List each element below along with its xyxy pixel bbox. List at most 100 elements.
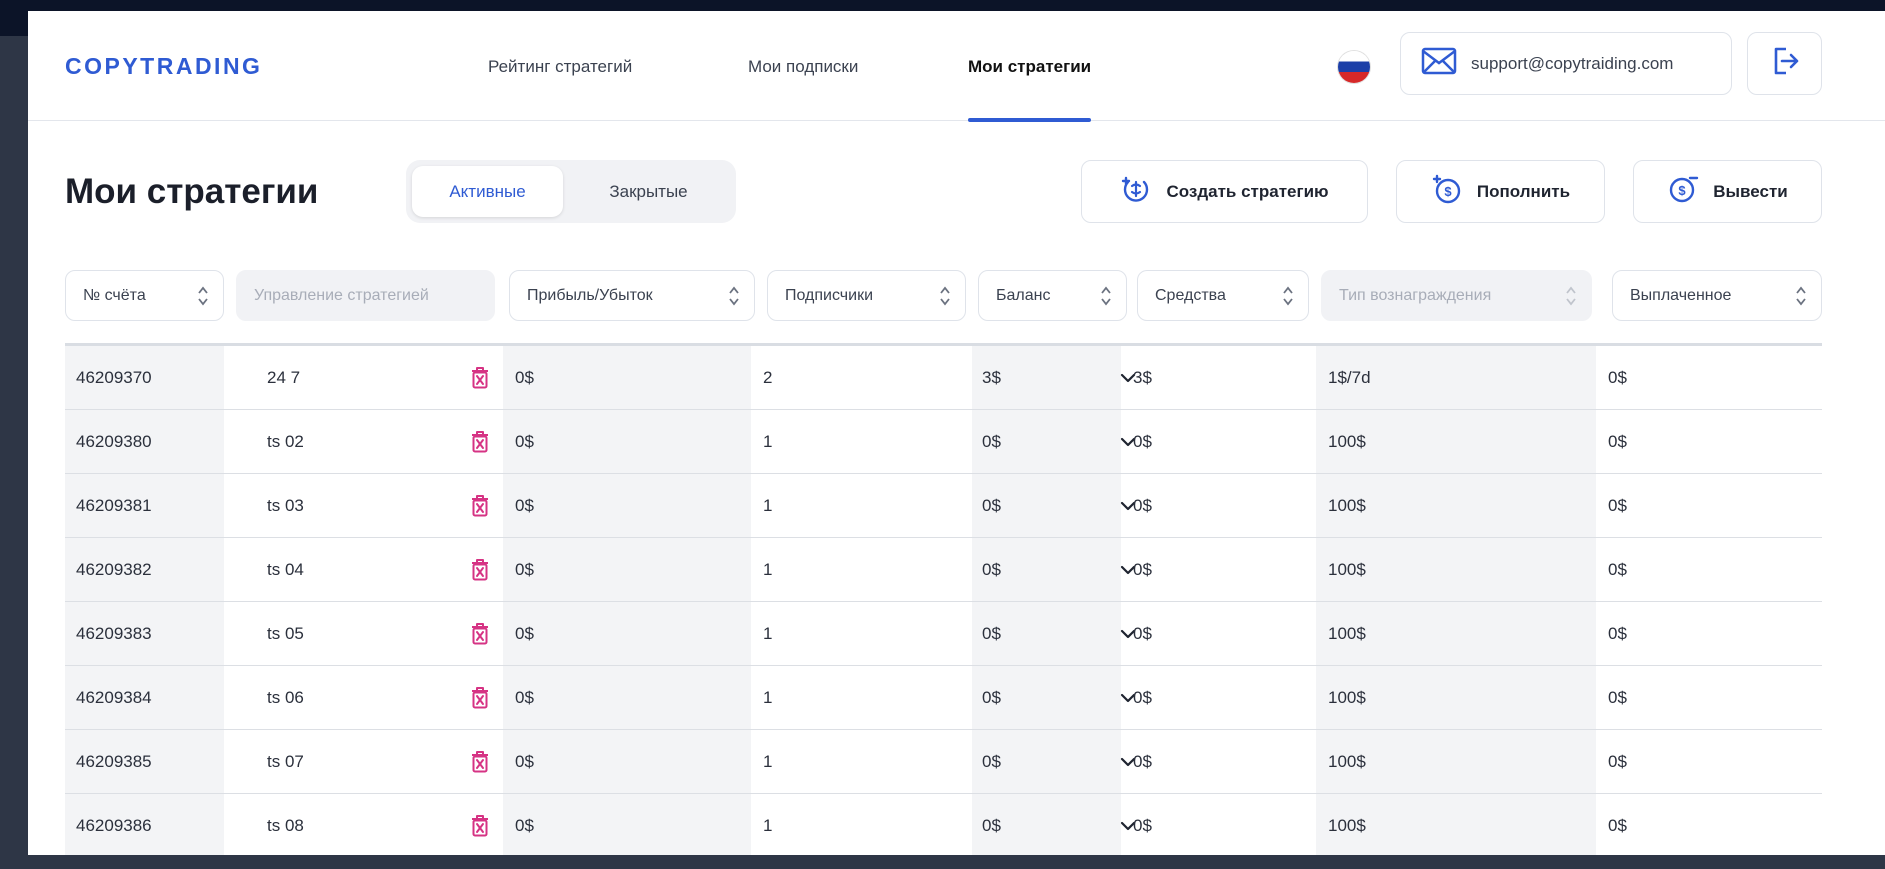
- deposit-label: Пополнить: [1476, 181, 1571, 201]
- filter-balance[interactable]: Баланс: [978, 270, 1127, 321]
- withdraw-button[interactable]: $ Вывести: [1633, 160, 1822, 223]
- logo[interactable]: COPYTRADING: [65, 53, 262, 80]
- filter-label: Баланс: [996, 286, 1051, 304]
- deposit-icon: $: [1431, 173, 1463, 210]
- filter-label: Управление стратегией: [254, 286, 429, 304]
- paid-out-cell: 0$: [1608, 559, 1627, 579]
- balance-cell: 0$: [972, 538, 1121, 601]
- tab-closed[interactable]: Закрытые: [571, 166, 726, 217]
- profit-loss-cell: 0$: [503, 666, 751, 729]
- create-strategy-button[interactable]: Создать стратегию: [1081, 160, 1368, 223]
- create-strategy-icon: [1120, 173, 1152, 210]
- strategy-name-cell: ts 06: [267, 687, 304, 707]
- filter-subscribers[interactable]: Подписчики: [767, 270, 966, 321]
- profit-loss-cell: 0$: [503, 602, 751, 665]
- delete-strategy-icon[interactable]: [465, 794, 495, 855]
- strategy-name-cell: ts 08: [267, 815, 304, 835]
- table-row: 46209385 ts 07 0$ 1 0$ 0$ 100$ 0$: [65, 730, 1822, 794]
- top-header: COPYTRADING Рейтинг стратегий Мои подпис…: [28, 11, 1885, 122]
- reward-type-cell: 100$: [1316, 410, 1596, 473]
- logout-button[interactable]: [1747, 32, 1822, 95]
- filter-profit-loss[interactable]: Прибыль/Убыток: [509, 270, 755, 321]
- withdraw-label: Вывести: [1713, 181, 1788, 201]
- delete-strategy-icon[interactable]: [465, 474, 495, 537]
- profit-loss-cell: 0$: [503, 474, 751, 537]
- delete-strategy-icon[interactable]: [465, 410, 495, 473]
- filter-label: Тип вознаграждения: [1339, 286, 1492, 304]
- filter-funds[interactable]: Средства: [1137, 270, 1309, 321]
- reward-type-cell: 100$: [1316, 666, 1596, 729]
- strategy-name-cell: 24 7: [267, 367, 301, 387]
- account-number-cell: 46209382: [65, 538, 224, 601]
- filter-label: Подписчики: [785, 286, 874, 304]
- background-bottom: [0, 855, 1885, 869]
- delete-strategy-icon[interactable]: [465, 730, 495, 793]
- subscribers-cell: 1: [763, 495, 773, 515]
- support-email-button[interactable]: support@copytraiding.com: [1400, 32, 1732, 95]
- reward-type-cell: 1$/7d: [1316, 346, 1596, 409]
- filter-label: Прибыль/Убыток: [527, 286, 653, 304]
- funds-cell: 0$: [1133, 431, 1152, 451]
- account-number-cell: 46209386: [65, 794, 224, 855]
- strategy-name-cell: ts 07: [267, 751, 304, 771]
- balance-cell: 0$: [972, 474, 1121, 537]
- funds-cell: 0$: [1133, 815, 1152, 835]
- sort-icon: [198, 286, 208, 306]
- deposit-button[interactable]: $ Пополнить: [1396, 160, 1605, 223]
- filter-reward-type: Тип вознаграждения: [1321, 270, 1592, 321]
- sort-icon: [1796, 286, 1806, 306]
- nav-my-strategies[interactable]: Мои стратегии: [968, 57, 1092, 122]
- funds-cell: 0$: [1133, 495, 1152, 515]
- funds-cell: 0$: [1133, 751, 1152, 771]
- funds-cell: 0$: [1133, 559, 1152, 579]
- subscribers-cell: 1: [763, 559, 773, 579]
- svg-text:$: $: [1444, 184, 1452, 199]
- status-tabs: Активные Закрытые: [406, 160, 736, 223]
- account-number-cell: 46209380: [65, 410, 224, 473]
- sort-icon: [1566, 286, 1576, 306]
- subscribers-cell: 2: [763, 367, 773, 387]
- subscribers-cell: 1: [763, 687, 773, 707]
- sort-icon: [940, 286, 950, 306]
- paid-out-cell: 0$: [1608, 495, 1627, 515]
- strategy-name-cell: ts 03: [267, 495, 304, 515]
- balance-cell: 0$: [972, 794, 1121, 855]
- paid-out-cell: 0$: [1608, 815, 1627, 835]
- profit-loss-cell: 0$: [503, 346, 751, 409]
- page-title: Мои стратегии: [65, 172, 319, 211]
- nav-strategy-rating[interactable]: Рейтинг стратегий: [488, 57, 632, 121]
- profit-loss-cell: 0$: [503, 538, 751, 601]
- strategies-table: 46209370 24 7 0$ 2 3$ 3$ 1$/7d 0$ 462093…: [65, 343, 1822, 855]
- filter-paid-out[interactable]: Выплаченное: [1612, 270, 1822, 321]
- strategy-name-cell: ts 02: [267, 431, 304, 451]
- paid-out-cell: 0$: [1608, 367, 1627, 387]
- profit-loss-cell: 0$: [503, 410, 751, 473]
- delete-strategy-icon[interactable]: [465, 346, 495, 409]
- support-email-label: support@copytraiding.com: [1471, 53, 1674, 73]
- nav-my-subscriptions[interactable]: Мои подписки: [748, 57, 858, 121]
- strategy-name-cell: ts 04: [267, 559, 304, 579]
- tab-active[interactable]: Активные: [412, 166, 563, 217]
- account-number-cell: 46209383: [65, 602, 224, 665]
- paid-out-cell: 0$: [1608, 751, 1627, 771]
- filter-account-number[interactable]: № счёта: [65, 270, 224, 321]
- table-row: 46209383 ts 05 0$ 1 0$ 0$ 100$ 0$: [65, 602, 1822, 666]
- profit-loss-cell: 0$: [503, 794, 751, 855]
- sort-icon: [1101, 286, 1111, 306]
- withdraw-icon: $: [1667, 173, 1699, 210]
- paid-out-cell: 0$: [1608, 687, 1627, 707]
- delete-strategy-icon[interactable]: [465, 602, 495, 665]
- subscribers-cell: 1: [763, 815, 773, 835]
- balance-cell: 0$: [972, 602, 1121, 665]
- reward-type-cell: 100$: [1316, 538, 1596, 601]
- create-strategy-label: Создать стратегию: [1166, 181, 1329, 201]
- delete-strategy-icon[interactable]: [465, 538, 495, 601]
- account-number-cell: 46209370: [65, 346, 224, 409]
- ru-flag-icon[interactable]: [1338, 51, 1370, 83]
- funds-cell: 3$: [1133, 367, 1152, 387]
- background-left: [0, 36, 28, 869]
- delete-strategy-icon[interactable]: [465, 666, 495, 729]
- sort-icon: [729, 286, 739, 306]
- strategy-name-cell: ts 05: [267, 623, 304, 643]
- table-row: 46209386 ts 08 0$ 1 0$ 0$ 100$ 0$: [65, 794, 1822, 855]
